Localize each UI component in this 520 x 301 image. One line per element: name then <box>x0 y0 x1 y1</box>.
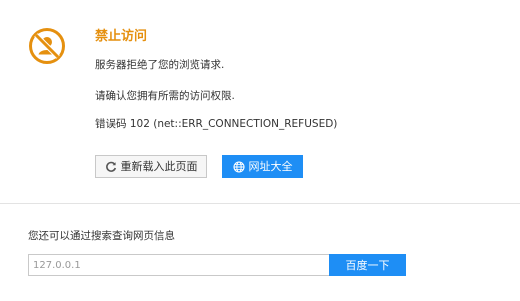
error-page: 禁止访问 服务器拒绝了您的浏览请求. 请确认您拥有所需的访问权限. 错误码 10… <box>0 0 520 301</box>
error-code: 错误码 102 (net::ERR_CONNECTION_REFUSED) <box>95 118 338 130</box>
reload-button[interactable]: 重新载入此页面 <box>95 155 207 178</box>
search-button[interactable]: 百度一下 <box>329 254 406 276</box>
search-input[interactable] <box>28 254 329 276</box>
site-directory-button[interactable]: 网址大全 <box>222 155 303 178</box>
refresh-icon <box>105 161 117 173</box>
section-divider <box>0 203 520 204</box>
search-prompt: 您还可以通过搜索查询网页信息 <box>28 230 175 242</box>
globe-icon <box>232 160 245 173</box>
error-hint: 请确认您拥有所需的访问权限. <box>95 90 235 102</box>
error-message: 服务器拒绝了您的浏览请求. <box>95 59 225 71</box>
reload-button-label: 重新载入此页面 <box>120 160 198 173</box>
error-title: 禁止访问 <box>95 29 148 44</box>
blocked-user-icon <box>28 27 66 65</box>
site-directory-button-label: 网址大全 <box>248 160 293 173</box>
